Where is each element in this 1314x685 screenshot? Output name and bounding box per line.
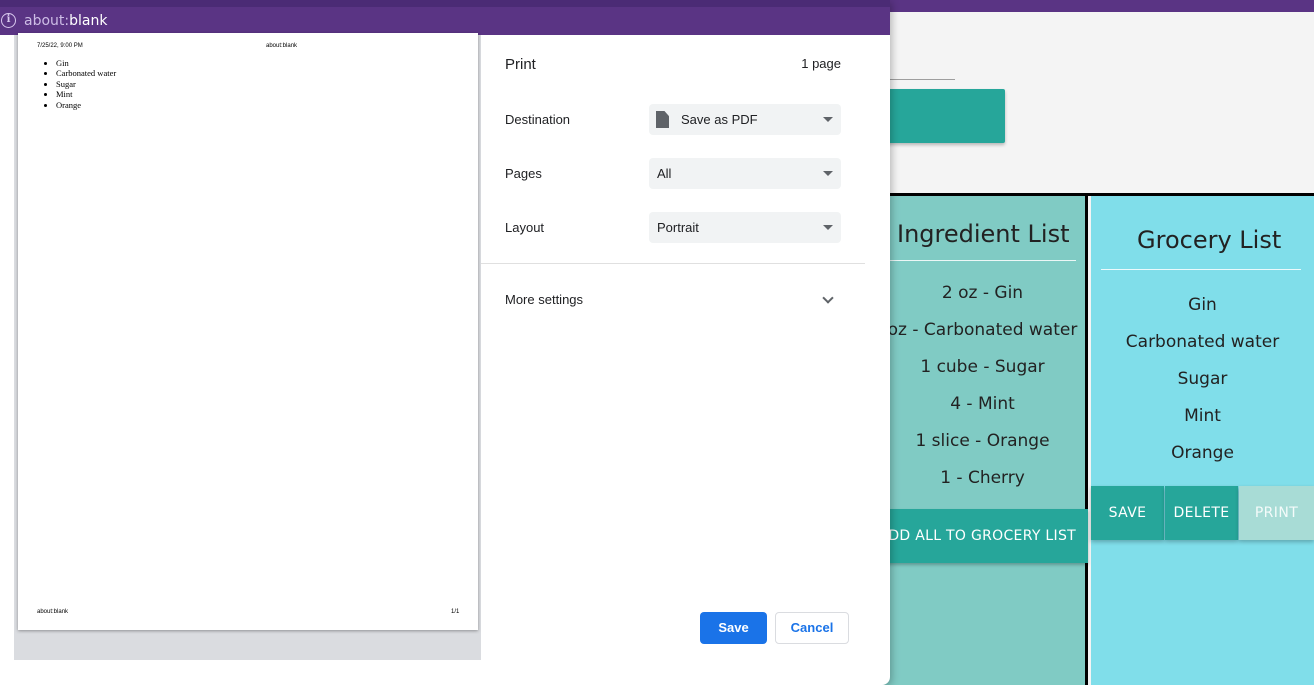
grocery-print-button[interactable]: PRINT bbox=[1239, 486, 1314, 540]
ingredient-title-rule bbox=[890, 260, 1076, 261]
chevron-down-icon[interactable] bbox=[822, 292, 834, 304]
url-scheme: about: bbox=[24, 13, 70, 29]
ingredient-item: oz - Carbonated water bbox=[887, 320, 1078, 340]
grocery-item: Mint bbox=[1184, 406, 1221, 426]
grocery-item: Carbonated water bbox=[1125, 332, 1280, 352]
preview-list-item: Mint bbox=[56, 89, 116, 99]
grocery-save-button[interactable]: SAVE bbox=[1091, 486, 1164, 540]
preview-item-list: Gin Carbonated water Sugar Mint Orange bbox=[56, 58, 116, 110]
ingredient-list-title: Ingredient List bbox=[897, 220, 1070, 248]
url-host: blank bbox=[69, 13, 108, 29]
layout-value: Portrait bbox=[657, 220, 699, 235]
page-count: 1 page bbox=[801, 56, 841, 71]
ingredient-item: 1 slice - Orange bbox=[915, 431, 1050, 451]
pages-value: All bbox=[657, 166, 672, 181]
print-popup-window: i about:blank 7/25/22, 9:00 PM about:bla… bbox=[0, 0, 890, 685]
ingredient-item: 2 oz - Gin bbox=[941, 283, 1024, 303]
ingredient-list-panel: Ingredient List 2 oz - Gin oz - Carbonat… bbox=[880, 196, 1088, 685]
preview-footer-url: about:blank bbox=[37, 609, 69, 615]
preview-footer-page-number: 1/1 bbox=[451, 609, 460, 615]
grocery-item: Sugar bbox=[1177, 369, 1228, 389]
add-all-to-grocery-list-button[interactable]: DD ALL TO GROCERY LIST bbox=[880, 509, 1088, 563]
print-settings-panel: Print 1 page Destination Save as PDF Pag… bbox=[481, 35, 865, 660]
dropdown-arrow-icon bbox=[823, 171, 833, 176]
preview-list-item: Gin bbox=[56, 58, 116, 68]
print-dialog-title: Print bbox=[505, 56, 536, 73]
popup-titlebar bbox=[0, 0, 890, 7]
pages-label: Pages bbox=[505, 166, 542, 181]
destination-label: Destination bbox=[505, 112, 571, 127]
grocery-list-panel: Grocery List Gin Carbonated water Sugar … bbox=[1091, 196, 1314, 685]
grocery-delete-button[interactable]: DELETE bbox=[1165, 486, 1238, 540]
preview-header-date: 7/25/22, 9:00 PM bbox=[37, 43, 83, 49]
search-button[interactable] bbox=[880, 89, 1005, 143]
more-settings-toggle[interactable]: More settings bbox=[505, 292, 583, 307]
ingredient-item: 4 - Mint bbox=[950, 394, 1015, 414]
grocery-list-title: Grocery List bbox=[1137, 226, 1282, 254]
destination-value: Save as PDF bbox=[681, 112, 758, 127]
layout-label: Layout bbox=[505, 220, 545, 235]
pages-select[interactable]: All bbox=[649, 158, 841, 189]
preview-header-title: about:blank bbox=[266, 43, 298, 49]
address-text[interactable]: about:blank bbox=[24, 13, 107, 29]
ingredient-item: 1 - Cherry bbox=[940, 468, 1025, 488]
preview-list-item: Sugar bbox=[56, 79, 116, 89]
cancel-button[interactable]: Cancel bbox=[775, 612, 849, 644]
grocery-title-rule bbox=[1101, 269, 1301, 270]
dropdown-arrow-icon bbox=[823, 225, 833, 230]
search-input-underline[interactable] bbox=[880, 79, 955, 80]
save-button[interactable]: Save bbox=[700, 612, 767, 644]
settings-separator bbox=[481, 263, 865, 264]
grocery-item: Gin bbox=[1188, 295, 1217, 315]
destination-select[interactable]: Save as PDF bbox=[649, 104, 841, 135]
ingredient-item: 1 cube - Sugar bbox=[920, 357, 1045, 377]
print-preview-area: 7/25/22, 9:00 PM about:blank Gin Carbona… bbox=[14, 33, 481, 660]
dropdown-arrow-icon bbox=[823, 117, 833, 122]
preview-list-item: Orange bbox=[56, 100, 116, 110]
print-preview-page: 7/25/22, 9:00 PM about:blank Gin Carbona… bbox=[18, 33, 478, 630]
grocery-item: Orange bbox=[1171, 443, 1234, 463]
layout-select[interactable]: Portrait bbox=[649, 212, 841, 243]
info-icon[interactable]: i bbox=[1, 13, 16, 28]
preview-list-item: Carbonated water bbox=[56, 68, 116, 78]
popup-address-bar[interactable]: i about:blank bbox=[0, 7, 890, 35]
